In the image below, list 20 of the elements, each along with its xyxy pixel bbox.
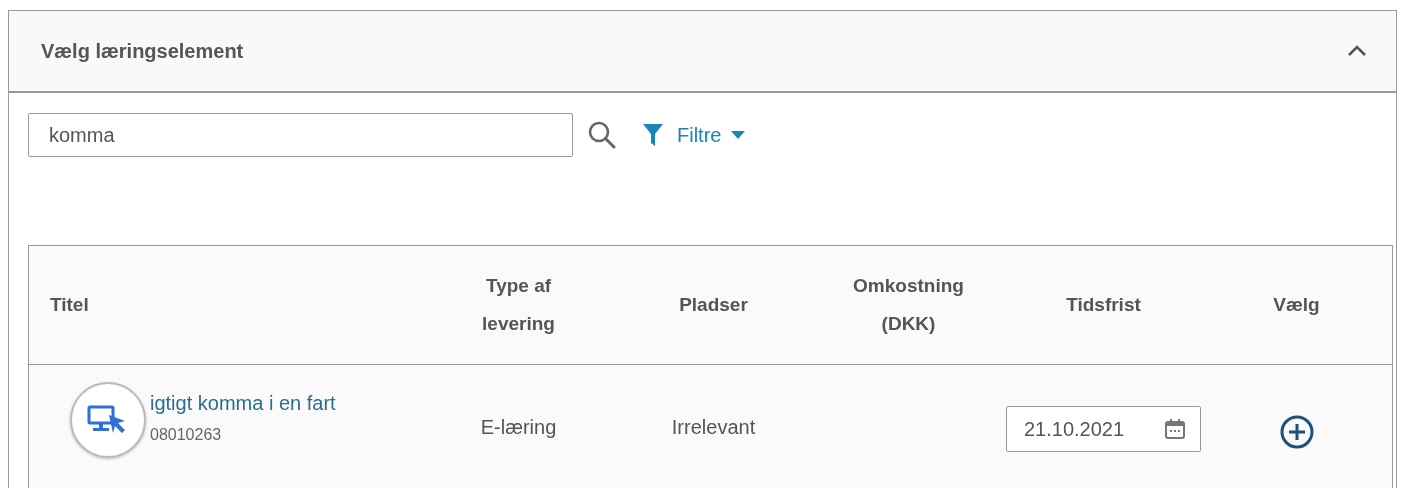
date-field[interactable]: 21.10.2021 [1006, 406, 1201, 452]
column-header: Titel [50, 293, 89, 317]
course-title-link[interactable]: igtigt komma i en fart [150, 392, 421, 415]
chevron-icon [1348, 44, 1366, 56]
column-header: Pladser [679, 293, 748, 317]
column-header: Vælg [1273, 293, 1320, 317]
caret-icon [731, 131, 746, 139]
panel-title: Vælg læringselement [41, 39, 244, 63]
search-icon[interactable] [587, 120, 617, 150]
column-header: Type af levering [481, 274, 556, 336]
filter-icon [643, 124, 663, 146]
column-header: Omkostning (DKK) [852, 274, 965, 336]
course-code: 08010263 [150, 426, 223, 444]
column-header: Tidsfrist [1066, 293, 1141, 317]
search-field[interactable]: komma [28, 113, 573, 157]
filter-button[interactable]: Filtre [677, 119, 746, 151]
calendar-icon [1164, 418, 1186, 440]
table-cell: E-læring [480, 416, 557, 439]
plus-circle-icon [1279, 415, 1314, 449]
table-cell: Irrelevant [671, 416, 756, 439]
